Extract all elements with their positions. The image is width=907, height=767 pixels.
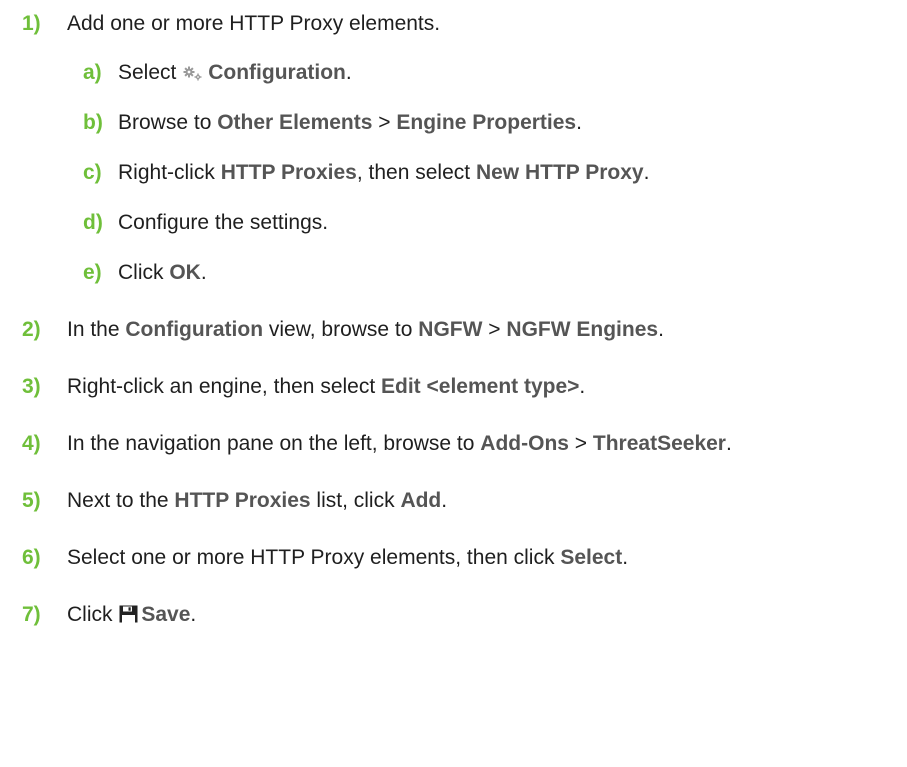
ui-label: Configuration	[125, 318, 264, 341]
ui-label: Add	[400, 489, 442, 512]
path-separator: >	[378, 111, 391, 134]
ui-label: Configuration	[208, 61, 346, 84]
step-number: 3)	[22, 375, 41, 398]
step-text: Right-click	[118, 161, 215, 184]
step-text: Browse to	[118, 111, 212, 134]
ui-label: NGFW Engines	[506, 318, 659, 341]
step-text: Next to the	[67, 489, 169, 512]
ui-label: HTTP Proxies	[220, 161, 357, 184]
step-number: 7)	[22, 603, 41, 626]
floppy-disk-icon	[119, 605, 138, 629]
step-text: Select one or more HTTP Proxy elements, …	[67, 546, 555, 569]
ui-label: OK	[169, 261, 201, 284]
ui-label: Edit <element type>	[381, 375, 580, 398]
step-number: 4)	[22, 432, 41, 455]
step-text: Click	[67, 603, 113, 626]
ui-label: ThreatSeeker	[592, 432, 726, 455]
ui-label: HTTP Proxies	[174, 489, 311, 512]
ui-label: New HTTP Proxy	[475, 161, 644, 184]
gears-icon	[183, 63, 205, 87]
ui-label: Engine Properties	[396, 111, 577, 134]
step-text: Configure the settings.	[118, 211, 329, 234]
step-text: Right-click an engine, then select	[67, 375, 376, 398]
step-text: Click	[118, 261, 164, 284]
step-number: 5)	[22, 489, 41, 512]
substep-number: e)	[83, 261, 102, 284]
step-text: Add one or more HTTP Proxy elements.	[67, 12, 441, 35]
substep-number: a)	[83, 61, 102, 84]
substep-number: d)	[83, 211, 103, 234]
substep-number: b)	[83, 111, 103, 134]
substep-number: c)	[83, 161, 102, 184]
step-text: In the	[67, 318, 120, 341]
path-separator: >	[488, 318, 501, 341]
step-number: 1)	[22, 12, 41, 35]
step-text: Select	[118, 61, 177, 84]
path-separator: >	[574, 432, 588, 455]
step-number: 2)	[22, 318, 41, 341]
ui-label: NGFW	[418, 318, 483, 341]
step-text: In the navigation pane on the left, brow…	[67, 432, 475, 455]
procedure-steps: 1) Add one or more HTTP Proxy elements. …	[0, 0, 907, 767]
ui-label: Select	[560, 546, 623, 569]
step-number: 6)	[22, 546, 41, 569]
ui-label: Save	[141, 603, 191, 626]
ui-label: Other Elements	[217, 111, 373, 134]
ui-label: Add-Ons	[480, 432, 569, 455]
